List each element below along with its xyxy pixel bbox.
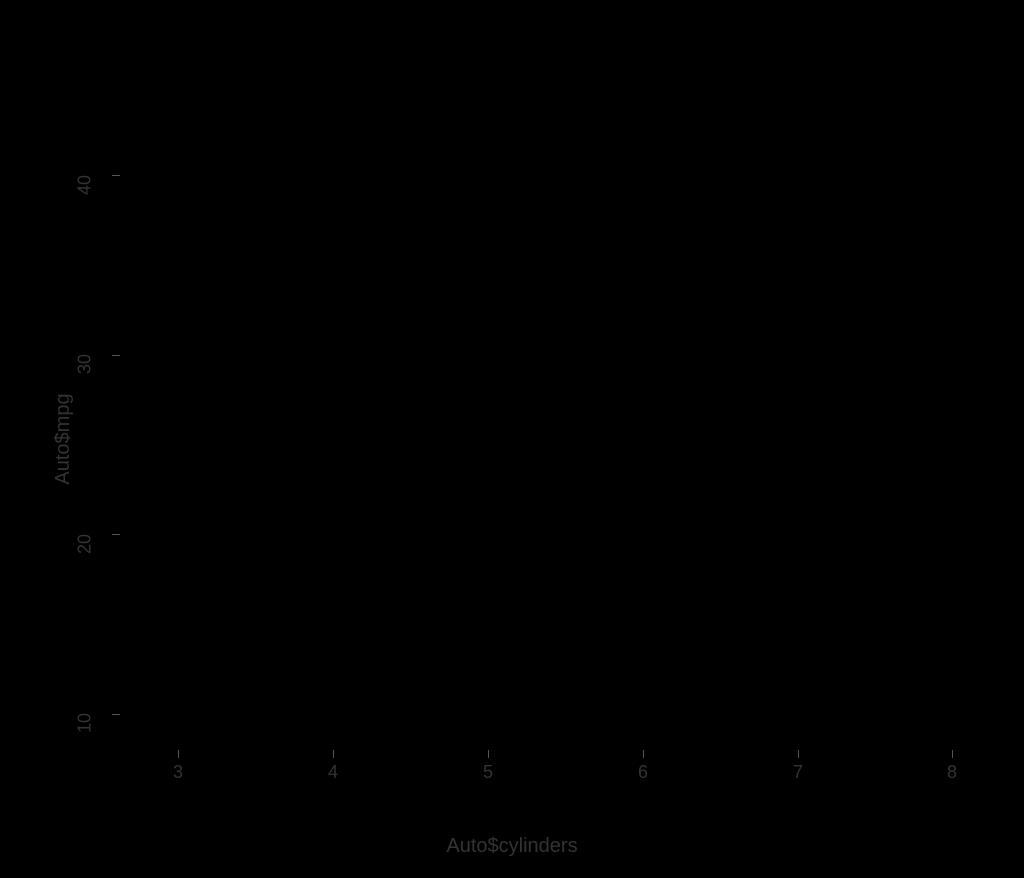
x-tick-mark — [643, 750, 644, 758]
y-tick-label: 40 — [75, 175, 96, 195]
x-tick-mark — [488, 750, 489, 758]
x-tick-mark — [333, 750, 334, 758]
scatter-chart: Auto$mpg Auto$cylinders 3 4 5 6 7 8 10 2… — [0, 0, 1024, 878]
x-tick-label: 5 — [483, 762, 493, 783]
y-tick-label: 10 — [75, 713, 96, 733]
x-tick-label: 8 — [947, 762, 957, 783]
x-tick-mark — [178, 750, 179, 758]
y-tick-mark — [112, 714, 120, 715]
plot-area — [120, 50, 982, 752]
x-tick-label: 4 — [328, 762, 338, 783]
x-tick-label: 6 — [638, 762, 648, 783]
x-axis-label: Auto$cylinders — [446, 835, 577, 858]
x-tick-mark — [952, 750, 953, 758]
x-tick-mark — [798, 750, 799, 758]
x-tick-label: 7 — [793, 762, 803, 783]
y-axis-label: Auto$mpg — [52, 393, 75, 484]
y-tick-mark — [112, 534, 120, 535]
y-tick-mark — [112, 355, 120, 356]
x-tick-label: 3 — [173, 762, 183, 783]
y-tick-mark — [112, 175, 120, 176]
y-tick-label: 20 — [75, 534, 96, 554]
y-tick-label: 30 — [75, 354, 96, 374]
